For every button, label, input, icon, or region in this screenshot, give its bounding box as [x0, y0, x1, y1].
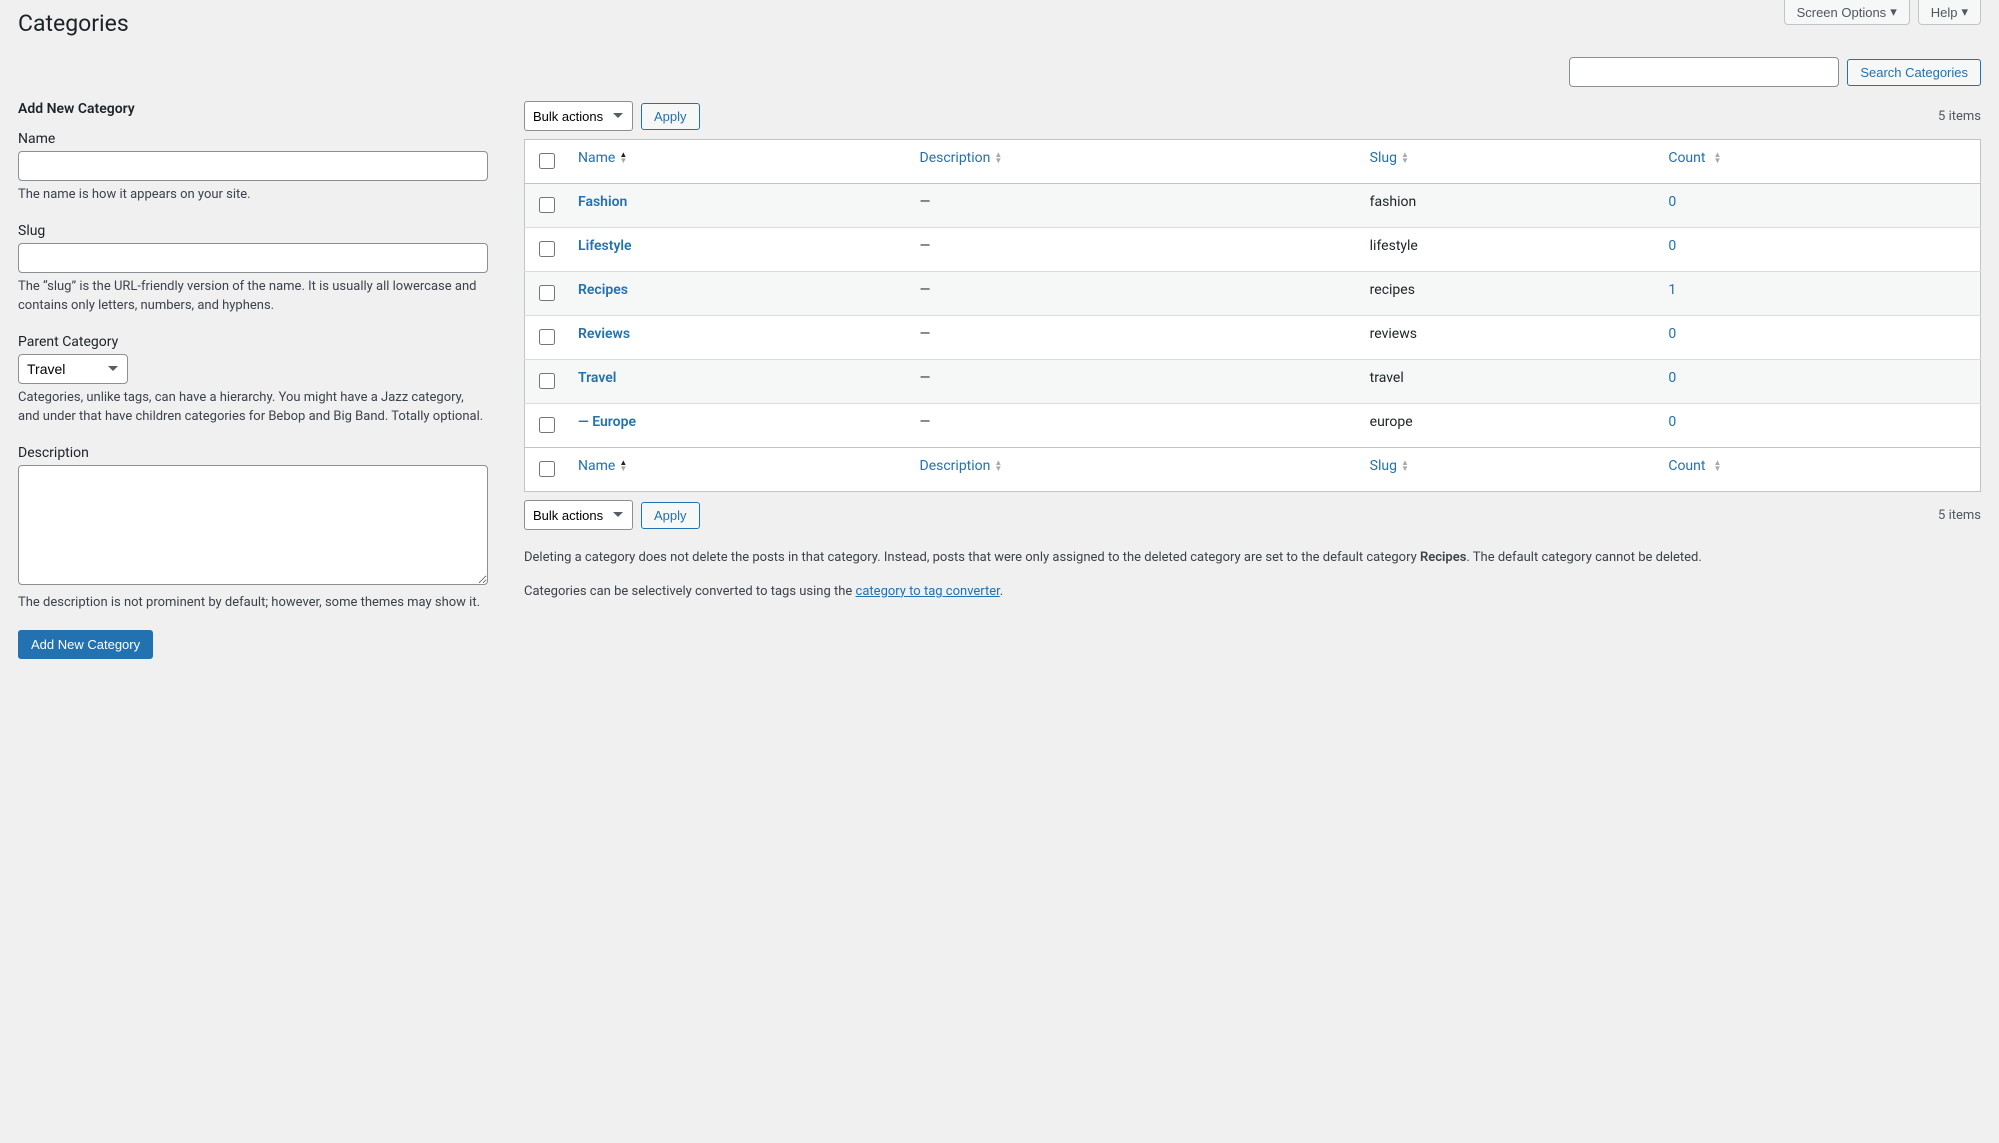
table-row: Recipes —recipes 1 [525, 272, 1981, 316]
row-count-link[interactable]: 0 [1668, 370, 1676, 386]
col-count-label: Count [1668, 458, 1705, 474]
col-name-sort[interactable]: Name ▲▼ [578, 150, 627, 166]
table-row: Lifestyle —lifestyle 0 [525, 228, 1981, 272]
description-help: The description is not prominent by defa… [18, 593, 488, 613]
row-description: — [910, 316, 1360, 360]
description-textarea[interactable] [18, 465, 488, 585]
items-count-top: 5 items [1938, 109, 1981, 124]
row-count-link[interactable]: 0 [1668, 326, 1676, 342]
row-name-link[interactable]: — Europe [578, 414, 636, 430]
page-title: Categories [18, 10, 1981, 37]
name-help: The name is how it appears on your site. [18, 185, 488, 205]
convert-note: Categories can be selectively converted … [524, 582, 1981, 603]
delete-note-pre: Deleting a category does not delete the … [524, 550, 1420, 565]
parent-label: Parent Category [18, 334, 488, 350]
parent-select[interactable]: Travel [18, 354, 128, 384]
row-checkbox[interactable] [539, 329, 555, 345]
apply-button-top[interactable]: Apply [641, 103, 700, 130]
row-description: — [910, 404, 1360, 448]
row-name-link[interactable]: Recipes [578, 282, 628, 298]
row-slug: travel [1360, 360, 1659, 404]
col-slug-sort-foot[interactable]: Slug ▲▼ [1370, 458, 1409, 474]
parent-help: Categories, unlike tags, can have a hier… [18, 388, 488, 427]
row-name-link[interactable]: Lifestyle [578, 238, 632, 254]
col-slug-label: Slug [1370, 458, 1397, 474]
sort-icon: ▲▼ [994, 152, 1002, 164]
row-checkbox[interactable] [539, 285, 555, 301]
row-name-link[interactable]: Travel [578, 370, 616, 386]
convert-note-post: . [1000, 584, 1003, 599]
screen-options-label: Screen Options [1797, 5, 1887, 20]
sort-icon: ▲▼ [619, 152, 627, 164]
search-button[interactable]: Search Categories [1847, 59, 1981, 86]
col-count-sort[interactable]: Count ▲▼ [1668, 150, 1721, 166]
select-all-bottom[interactable] [539, 461, 555, 477]
row-checkbox[interactable] [539, 241, 555, 257]
table-row: Reviews —reviews 0 [525, 316, 1981, 360]
sort-icon: ▲▼ [1401, 460, 1409, 472]
apply-button-bottom[interactable]: Apply [641, 502, 700, 529]
bulk-actions-select-bottom[interactable]: Bulk actions [524, 500, 633, 530]
sort-icon: ▲▼ [994, 460, 1002, 472]
col-count-label: Count [1668, 150, 1705, 166]
caret-down-icon: ▾ [1961, 4, 1968, 20]
convert-note-pre: Categories can be selectively converted … [524, 584, 856, 599]
delete-note-post: . The default category cannot be deleted… [1466, 550, 1701, 565]
col-description-label: Description [920, 150, 991, 166]
row-slug: fashion [1360, 184, 1659, 228]
row-slug: recipes [1360, 272, 1659, 316]
row-count-link[interactable]: 0 [1668, 194, 1676, 210]
converter-link[interactable]: category to tag converter [856, 584, 1000, 599]
row-slug: reviews [1360, 316, 1659, 360]
submit-button[interactable]: Add New Category [18, 630, 153, 659]
col-count-sort-foot[interactable]: Count ▲▼ [1668, 458, 1721, 474]
slug-help: The “slug” is the URL-friendly version o… [18, 277, 488, 316]
row-slug: europe [1360, 404, 1659, 448]
table-row: — Europe —europe 0 [525, 404, 1981, 448]
help-label: Help [1931, 5, 1958, 20]
col-name-sort-foot[interactable]: Name ▲▼ [578, 458, 627, 474]
row-count-link[interactable]: 1 [1668, 282, 1676, 298]
delete-note: Deleting a category does not delete the … [524, 548, 1981, 569]
sort-icon: ▲▼ [1713, 460, 1721, 472]
sort-icon: ▲▼ [1713, 152, 1721, 164]
sort-icon: ▲▼ [619, 460, 627, 472]
form-heading: Add New Category [18, 101, 488, 117]
row-description: — [910, 360, 1360, 404]
row-name-link[interactable]: Reviews [578, 326, 630, 342]
row-checkbox[interactable] [539, 197, 555, 213]
row-count-link[interactable]: 0 [1668, 238, 1676, 254]
screen-options-button[interactable]: Screen Options ▾ [1784, 0, 1910, 25]
row-checkbox[interactable] [539, 373, 555, 389]
row-name-link[interactable]: Fashion [578, 194, 627, 210]
table-row: Travel —travel 0 [525, 360, 1981, 404]
slug-input[interactable] [18, 243, 488, 273]
col-description-sort[interactable]: Description ▲▼ [920, 150, 1003, 166]
help-button[interactable]: Help ▾ [1918, 0, 1981, 25]
col-slug-sort[interactable]: Slug ▲▼ [1370, 150, 1409, 166]
bulk-actions-select-top[interactable]: Bulk actions [524, 101, 633, 131]
col-description-sort-foot[interactable]: Description ▲▼ [920, 458, 1003, 474]
items-count-bottom: 5 items [1938, 508, 1981, 523]
col-slug-label: Slug [1370, 150, 1397, 166]
default-category-name: Recipes [1420, 550, 1466, 565]
name-input[interactable] [18, 151, 488, 181]
description-label: Description [18, 445, 488, 461]
col-name-label: Name [578, 150, 615, 166]
row-checkbox[interactable] [539, 417, 555, 433]
row-description: — [910, 272, 1360, 316]
col-name-label: Name [578, 458, 615, 474]
row-description: — [910, 228, 1360, 272]
col-description-label: Description [920, 458, 991, 474]
caret-down-icon: ▾ [1890, 4, 1897, 20]
row-count-link[interactable]: 0 [1668, 414, 1676, 430]
slug-label: Slug [18, 223, 488, 239]
name-label: Name [18, 131, 488, 147]
select-all-top[interactable] [539, 153, 555, 169]
row-description: — [910, 184, 1360, 228]
table-row: Fashion —fashion 0 [525, 184, 1981, 228]
search-input[interactable] [1569, 57, 1839, 87]
row-slug: lifestyle [1360, 228, 1659, 272]
sort-icon: ▲▼ [1401, 152, 1409, 164]
